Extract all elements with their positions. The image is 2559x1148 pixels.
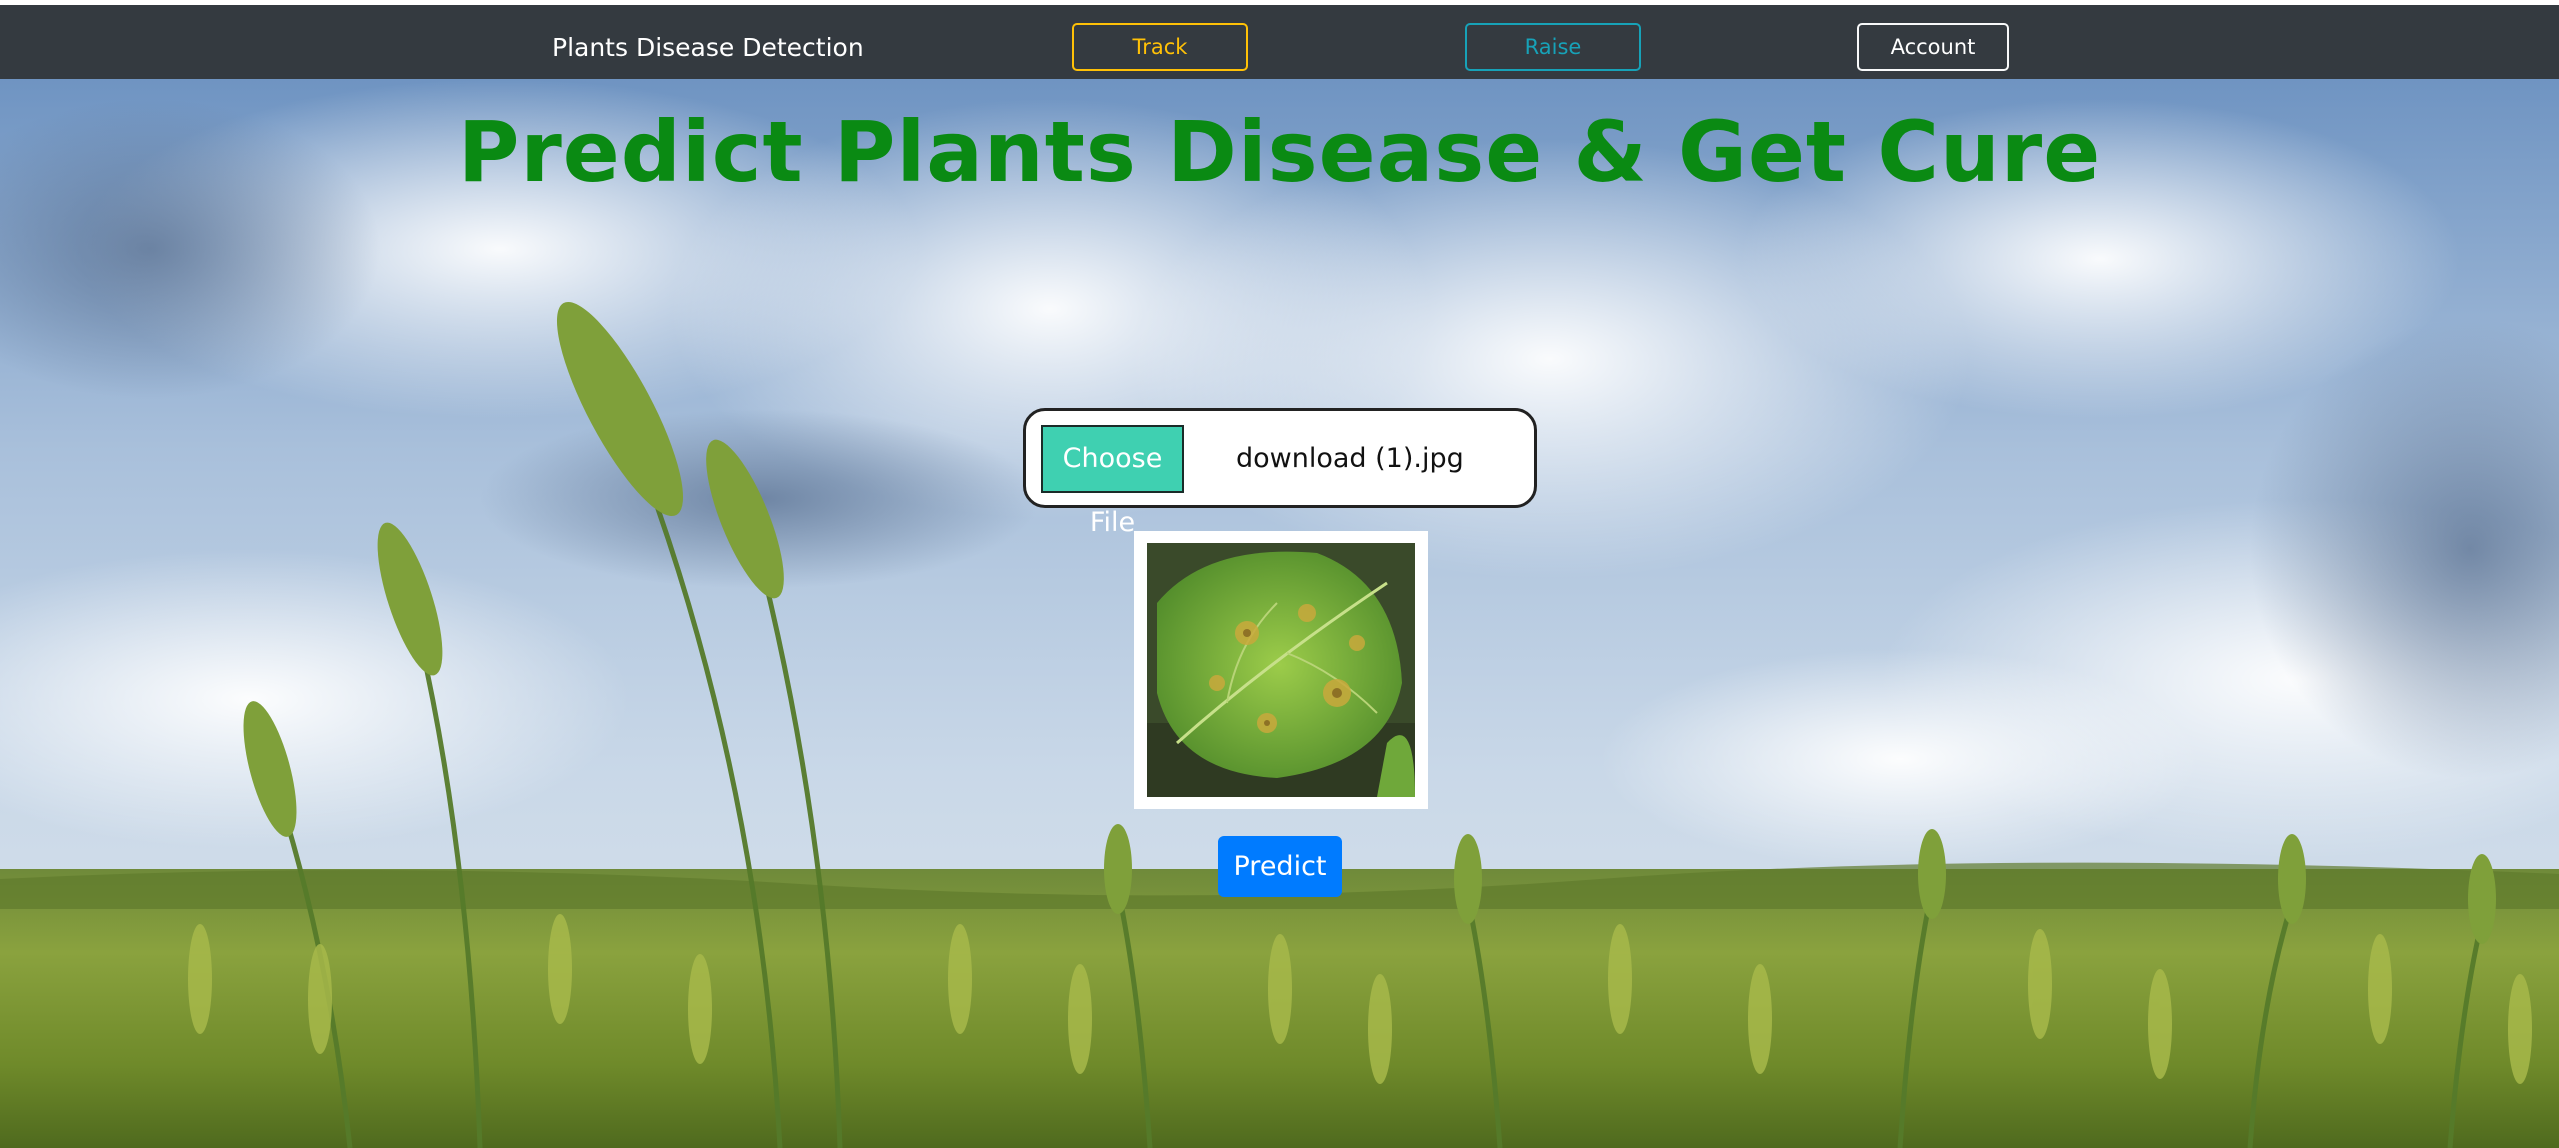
selected-file-name: download (1).jpg <box>1236 443 1464 474</box>
leaf-image <box>1147 543 1415 797</box>
app-page: Plants Disease Detection Track Complain … <box>0 0 2559 1148</box>
hero-section: Predict Plants Disease & Get Cure Choose… <box>0 79 2559 1148</box>
track-complain-button[interactable]: Track Complain <box>1072 23 1248 103</box>
predict-button[interactable]: Predict <box>1218 836 1342 897</box>
page-headline: Predict Plants Disease & Get Cure <box>457 103 2102 201</box>
choose-file-button[interactable]: Choose File <box>1041 425 1184 538</box>
file-upload-field[interactable]: Choose File download (1).jpg <box>1023 408 1537 538</box>
brand-title[interactable]: Plants Disease Detection <box>552 31 864 65</box>
navbar: Plants Disease Detection Track Complain … <box>0 5 2559 103</box>
image-preview <box>1134 531 1428 809</box>
account-info-button[interactable]: Account Info <box>1857 23 2009 103</box>
raise-complain-button[interactable]: Raise Complain <box>1465 23 1641 103</box>
